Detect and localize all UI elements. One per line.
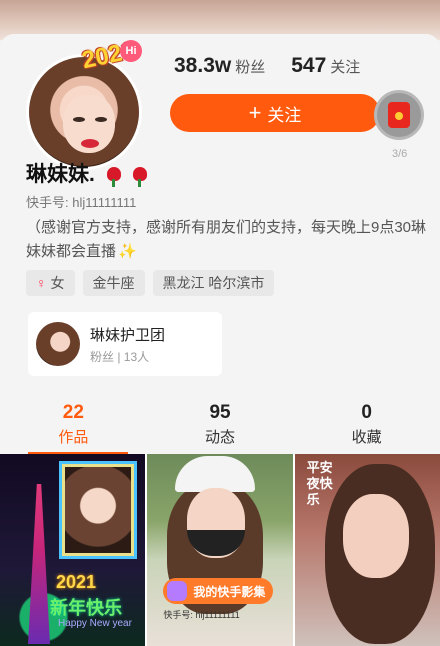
profile-tags: ♀ 女 金牛座 黑龙江 哈尔滨市 bbox=[26, 270, 282, 296]
avatar-eye-right bbox=[95, 117, 107, 122]
tag-zodiac[interactable]: 金牛座 bbox=[82, 270, 145, 296]
tag-location-label: 黑龙江 哈尔滨市 bbox=[162, 275, 265, 291]
follow-button[interactable]: + 关注 bbox=[170, 94, 380, 132]
tab-moments-label: 动态 bbox=[205, 429, 236, 446]
profile-name: 琳妹妹. bbox=[26, 163, 95, 186]
bio[interactable]: （感谢官方支持，感谢所有朋友们的支持，每天晚上9点30琳妹妹都会直播 ✨ bbox=[26, 216, 436, 264]
fan-group-count: 粉丝 | 13人 bbox=[90, 350, 150, 364]
user-id[interactable]: 快手号: hlj11111111 bbox=[26, 192, 136, 211]
plus-icon: + bbox=[248, 100, 262, 125]
avatar-hi-badge: Hi bbox=[120, 40, 142, 62]
tab-favorites-count: 0 bbox=[361, 402, 372, 423]
tab-works[interactable]: 22 作品 bbox=[0, 396, 147, 454]
fan-group-avatar bbox=[36, 322, 80, 366]
rose-icon bbox=[106, 167, 121, 187]
fan-group-card[interactable]: 琳妹护卫团 粉丝 | 13人 bbox=[28, 312, 222, 376]
thumbnail-image bbox=[342, 494, 409, 578]
tab-favorites[interactable]: 0 收藏 bbox=[293, 396, 440, 454]
thumbnail-user-id: 快手号: hlj11111111 bbox=[163, 610, 240, 620]
tab-works-label: 作品 bbox=[58, 429, 89, 446]
bio-text: （感谢官方支持，感谢所有朋友们的支持，每天晚上9点30琳妹妹都会直播 bbox=[26, 219, 427, 260]
red-packet-count: 3/6 bbox=[392, 148, 408, 160]
tag-zodiac-label: 金牛座 bbox=[92, 275, 135, 291]
avatar-lips bbox=[81, 139, 99, 148]
profile-card: 2021 Hi 38.3w 粉丝 547 关注 + 关注 3/6 琳妹妹. 快手… bbox=[0, 34, 440, 454]
following-label[interactable]: 关注 bbox=[330, 56, 360, 77]
following-count[interactable]: 547 bbox=[291, 54, 326, 78]
tag-gender-label: 女 bbox=[50, 275, 65, 291]
sparkle-icon: ✨ bbox=[118, 243, 137, 260]
canton-tower-image bbox=[28, 484, 50, 644]
avatar-eye-left bbox=[73, 117, 85, 122]
thumbnail-text: 平安夜快乐 bbox=[306, 460, 333, 507]
red-packet-button[interactable] bbox=[374, 90, 424, 140]
tag-location[interactable]: 黑龙江 哈尔滨市 bbox=[152, 270, 275, 296]
content-tabs: 22 作品 95 动态 0 收藏 bbox=[0, 396, 440, 454]
red-envelope-icon bbox=[388, 102, 410, 128]
rose-icon bbox=[132, 167, 147, 187]
tab-moments[interactable]: 95 动态 bbox=[147, 396, 294, 454]
fans-label[interactable]: 粉丝 bbox=[235, 56, 265, 77]
video-thumbnail[interactable]: 平安夜快乐 bbox=[294, 454, 440, 646]
works-grid: 2021 新年快乐 Happy New year 我的快手影集 快手号: hlj… bbox=[0, 454, 440, 646]
album-badge: 我的快手影集 bbox=[163, 578, 274, 604]
thumbnail-image bbox=[175, 456, 256, 492]
tab-favorites-label: 收藏 bbox=[351, 429, 382, 446]
profile-name-row: 琳妹妹. bbox=[26, 158, 147, 188]
tab-works-count: 22 bbox=[62, 402, 84, 423]
thumbnail-text: 新年快乐 bbox=[50, 598, 122, 618]
stats-row: 38.3w 粉丝 547 关注 bbox=[174, 54, 386, 78]
follow-button-label: 关注 bbox=[267, 105, 302, 125]
tab-moments-count: 95 bbox=[209, 402, 231, 423]
thumbnail-text: Happy New year bbox=[58, 618, 132, 629]
photo-frame-image bbox=[62, 464, 134, 556]
tag-gender[interactable]: ♀ 女 bbox=[26, 270, 75, 296]
thumbnail-text: 2021 bbox=[56, 572, 97, 592]
fans-count[interactable]: 38.3w bbox=[174, 54, 231, 78]
female-icon: ♀ bbox=[36, 275, 47, 291]
fan-group-name: 琳妹护卫团 bbox=[90, 327, 166, 344]
video-thumbnail[interactable]: 我的快手影集 快手号: hlj11111111 bbox=[147, 454, 293, 646]
video-thumbnail[interactable]: 2021 新年快乐 Happy New year bbox=[0, 454, 146, 646]
